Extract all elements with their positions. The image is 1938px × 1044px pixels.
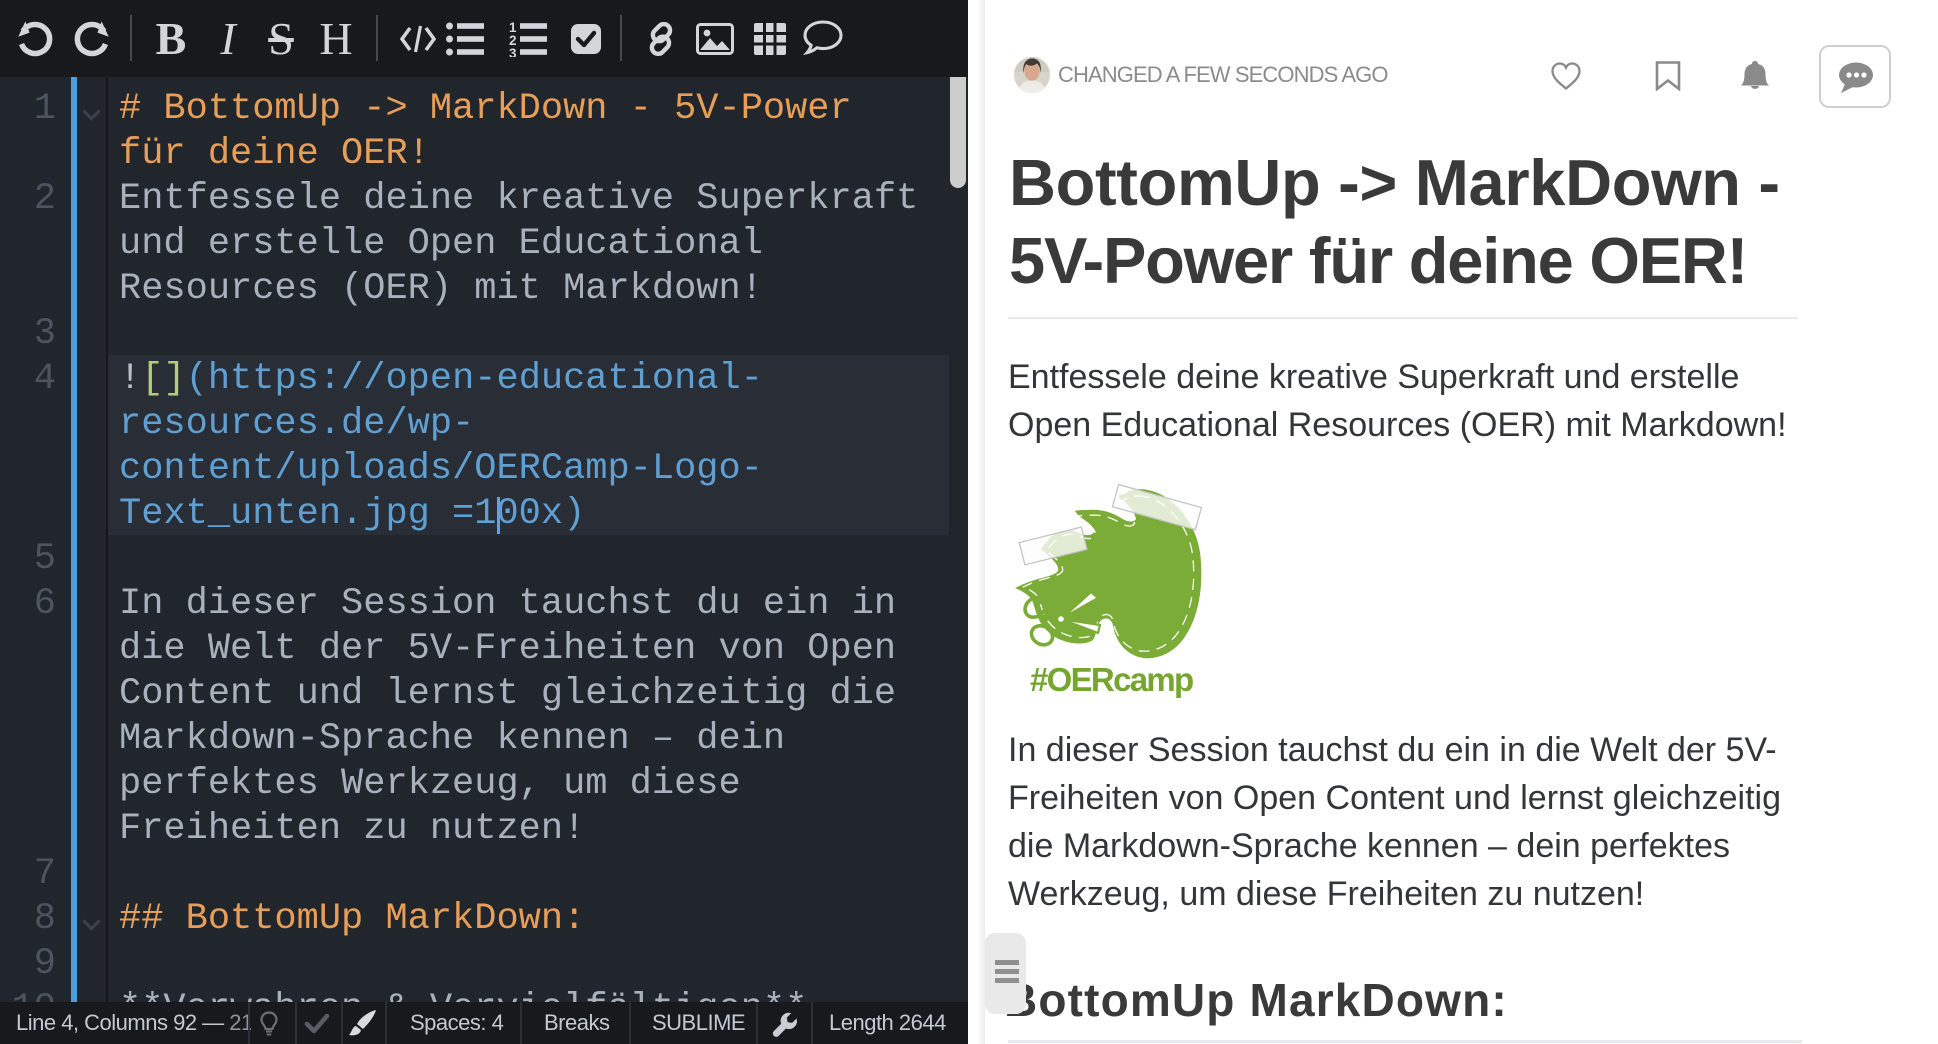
svg-text:3: 3: [509, 46, 517, 57]
